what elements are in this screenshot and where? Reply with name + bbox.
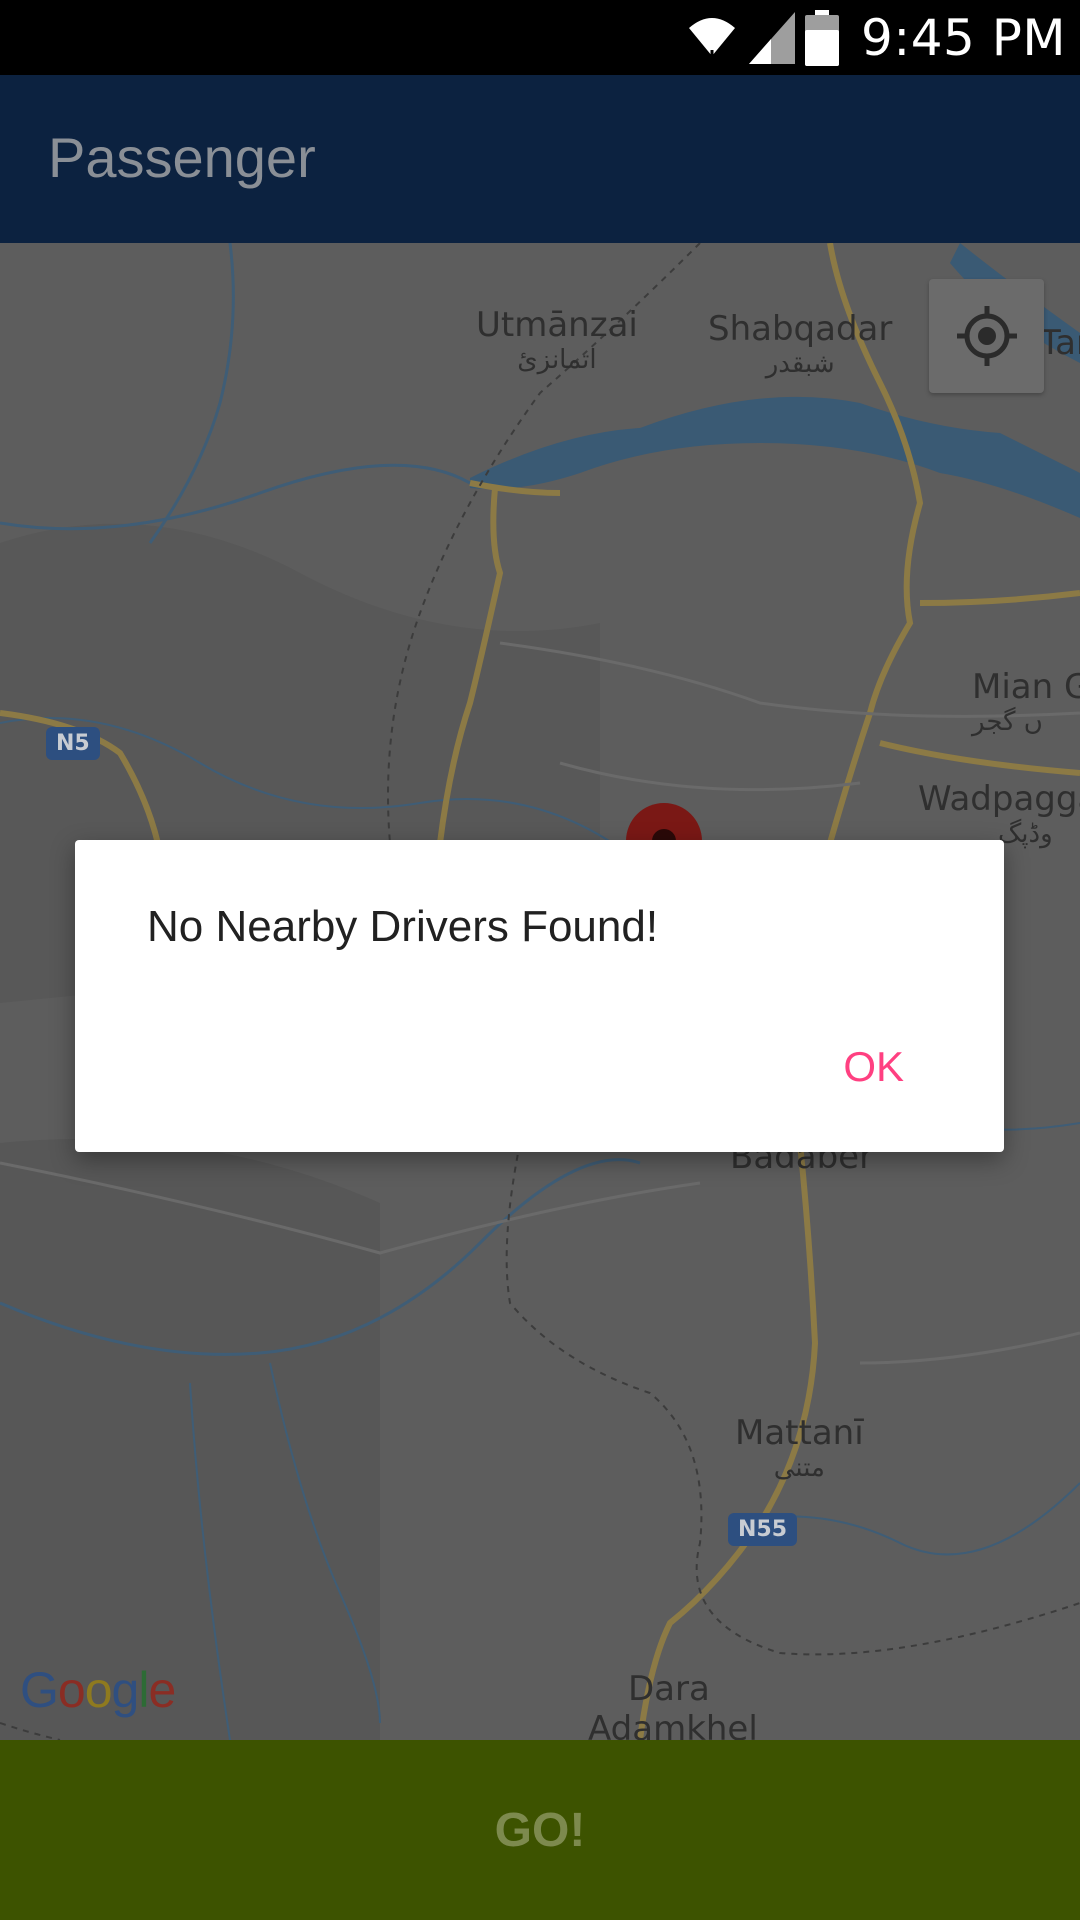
- signal-icon: [749, 11, 796, 64]
- page-title: Passenger: [48, 126, 316, 189]
- place-name-urdu: متنی: [773, 1453, 825, 1483]
- highway-shield: N55: [728, 1513, 798, 1546]
- place-name: Mattanī: [735, 1413, 864, 1453]
- status-icons: 9:45 PM: [685, 0, 1066, 75]
- place-label: Wadpagga وڈپگ: [918, 779, 1080, 849]
- place-name-urdu: ں گجر: [972, 707, 1043, 737]
- crosshair-icon: [956, 306, 1017, 366]
- place-name: Utmānzai: [476, 305, 638, 345]
- status-time: 9:45 PM: [861, 8, 1066, 67]
- battery-icon: [805, 9, 840, 66]
- place-name-urdu: شبقدر: [765, 349, 835, 379]
- place-name: Shabqadar: [708, 309, 893, 349]
- app-bar: Passenger: [0, 75, 1080, 243]
- place-name-urdu: اتمانزئ: [517, 345, 597, 375]
- dialog-message: No Nearby Drivers Found!: [147, 902, 659, 951]
- alert-dialog: No Nearby Drivers Found! OK: [75, 840, 1004, 1152]
- place-name: Dara: [628, 1669, 710, 1709]
- google-logo: Google: [20, 1662, 176, 1718]
- place-label: Adamkhel: [588, 1709, 758, 1740]
- go-button[interactable]: GO!: [0, 1740, 1080, 1920]
- place-label: Utmānzai اتمانزئ: [476, 305, 638, 375]
- place-name: Mian G: [972, 667, 1080, 707]
- place-name: Tarn: [1040, 323, 1080, 363]
- place-label: Tarn: [1040, 323, 1080, 363]
- place-name: Wadpagga: [918, 779, 1080, 819]
- my-location-button[interactable]: [929, 279, 1044, 393]
- highway-shield: N5: [46, 727, 100, 760]
- go-button-label: GO!: [494, 1803, 586, 1857]
- place-label: Shabqadar شبقدر: [708, 309, 892, 379]
- wifi-icon: [689, 17, 736, 62]
- place-label: Mattanī متنی: [735, 1413, 864, 1483]
- place-name: Adamkhel: [588, 1709, 758, 1740]
- status-bar: 9:45 PM: [0, 0, 1080, 75]
- place-label: Dara: [628, 1669, 710, 1709]
- ok-button[interactable]: OK: [843, 1043, 904, 1091]
- place-label: Mian G ں گجر: [972, 667, 1080, 737]
